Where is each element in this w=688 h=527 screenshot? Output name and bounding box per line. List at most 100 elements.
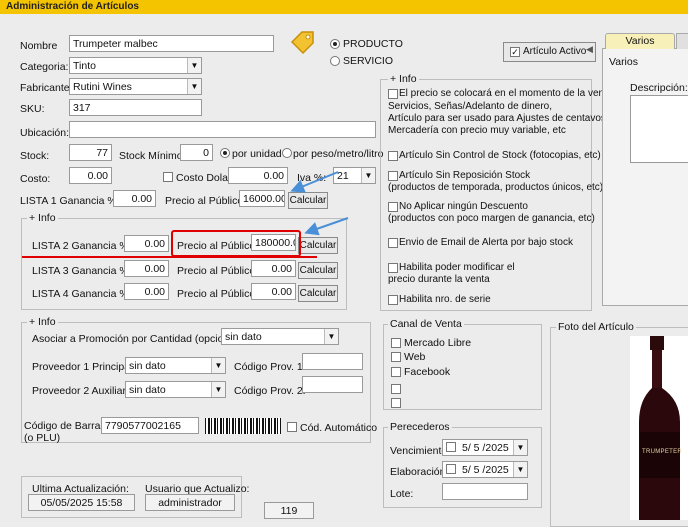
sin-reposicion-checkbox[interactable] (388, 171, 398, 181)
cod-prov1-label: Código Prov. 1: (234, 361, 306, 373)
precio-momento-line3: Artículo para ser usado para Ajustes de … (388, 113, 609, 124)
por-unidad-radio[interactable] (220, 148, 230, 158)
canal-mercadolibre-checkbox[interactable] (391, 338, 401, 348)
vencimiento-checkbox[interactable] (446, 442, 456, 452)
servicio-label: SERVICIO (343, 55, 393, 67)
stock-min-field[interactable]: 0 (180, 144, 213, 161)
elaboracion-label: Elaboración: (390, 466, 449, 478)
lista2-calcular-button[interactable]: Calcular (298, 237, 338, 254)
lista1-precio-field[interactable]: 16000.00 (239, 190, 285, 207)
nro-serie-checkbox[interactable] (388, 295, 398, 305)
articulo-activo-label: Artículo Activo (523, 46, 587, 57)
precio-momento-line2: Servicios, Señas/Adelanto de dinero, (388, 101, 552, 112)
checkbox-checked-icon: ✓ (510, 47, 520, 57)
por-peso-label: por peso/metro/litro (293, 148, 384, 160)
fabricante-select[interactable]: Rutini Wines ▼ (69, 78, 202, 95)
ubicacion-field[interactable] (69, 121, 376, 138)
costo-field[interactable]: 0.00 (69, 167, 112, 184)
info2-group-title: + Info (27, 316, 58, 328)
lista3-precio-field[interactable]: 0.00 (251, 260, 296, 277)
sin-descuento-line2: (productos con poco margen de ganancia, … (388, 213, 595, 224)
listas-group-title: + Info (27, 212, 58, 224)
chevron-down-icon: ▼ (187, 79, 201, 94)
barcode-image (205, 418, 281, 434)
lote-field[interactable] (442, 483, 528, 500)
promo-label: Asociar a Promoción por Cantidad (opcion… (32, 333, 244, 345)
lista4-precio-label: Precio al Público: (177, 288, 259, 300)
lista1-precio-label: Precio al Público: (165, 195, 247, 207)
cod-prov1-field[interactable] (302, 353, 363, 370)
precio-momento-checkbox[interactable] (388, 89, 398, 99)
nro-serie-label: Habilita nro. de serie (399, 294, 491, 305)
lista3-ganancia-field[interactable]: 0.00 (124, 260, 169, 277)
ultima-value: 05/05/2025 15:58 (28, 494, 135, 511)
promo-select[interactable]: sin dato ▼ (221, 328, 339, 345)
lote-label: Lote: (390, 488, 414, 500)
window-title: Administración de Artículos (0, 0, 688, 14)
categoria-select[interactable]: Tinto ▼ (69, 57, 202, 74)
canal-mercadolibre-label: Mercado Libre (404, 337, 472, 349)
prov1-value: sin dato (129, 360, 166, 372)
canal-facebook-checkbox[interactable] (391, 367, 401, 377)
stock-field[interactable]: 77 (69, 144, 112, 161)
descripcion-field[interactable] (630, 95, 688, 163)
varios-heading: Varios (609, 56, 638, 68)
prov1-label: Proveedor 1 Principal: (32, 361, 136, 373)
barcode-field[interactable]: 7790577002165 (101, 417, 199, 434)
lista1-ganancia-field[interactable]: 0.00 (113, 190, 156, 207)
nombre-field[interactable]: Trumpeter malbec (69, 35, 274, 52)
producto-radio[interactable] (330, 39, 340, 49)
elaboracion-date[interactable]: 5/ 5 /2025 ▼ (442, 461, 528, 478)
modificar-precio-checkbox[interactable] (388, 263, 398, 273)
lista1-label: LISTA 1 Ganancia %: (20, 195, 120, 207)
lista4-precio-field[interactable]: 0.00 (251, 283, 296, 300)
categoria-label: Categoria: (20, 61, 69, 73)
articulo-activo-toggle[interactable]: ✓ Artículo Activo (503, 42, 596, 62)
lista4-ganancia-field[interactable]: 0.00 (124, 283, 169, 300)
usuario-value: administrador (145, 494, 235, 511)
fabricante-value: Rutini Wines (73, 81, 132, 93)
sin-reposicion-line1: Artículo Sin Reposición Stock (399, 170, 531, 181)
sku-field[interactable]: 317 (69, 99, 202, 116)
record-id: 119 (264, 502, 314, 519)
tab-varios[interactable]: Varios (605, 33, 675, 49)
lista4-calcular-button[interactable]: Calcular (298, 285, 338, 302)
lista3-calcular-button[interactable]: Calcular (298, 262, 338, 279)
lista2-ganancia-field[interactable]: 0.00 (124, 235, 169, 252)
chevron-down-icon: ▼ (361, 168, 375, 183)
sku-label: SKU: (20, 103, 45, 115)
tab-next[interactable] (676, 33, 688, 49)
canal-web-checkbox[interactable] (391, 352, 401, 362)
producto-label: PRODUCTO (343, 38, 403, 50)
servicio-radio[interactable] (330, 56, 340, 66)
tab-scroll-left-icon[interactable]: ◀ (586, 44, 598, 56)
photo-title: Foto del Artículo (556, 321, 636, 333)
cod-automatico-checkbox[interactable] (287, 422, 297, 432)
chevron-down-icon: ▼ (324, 329, 338, 344)
costo-dolar-field[interactable]: 0.00 (228, 167, 288, 184)
vencimiento-date[interactable]: 5/ 5 /2025 ▼ (442, 439, 528, 456)
sin-descuento-checkbox[interactable] (388, 202, 398, 212)
alerta-email-checkbox[interactable] (388, 238, 398, 248)
canal-facebook-label: Facebook (404, 366, 451, 378)
prov1-select[interactable]: sin dato ▼ (125, 357, 226, 374)
stock-min-label: Stock Mínimo: (119, 150, 186, 162)
vencimiento-value: 5/ 5 /2025 (462, 442, 509, 454)
por-peso-radio[interactable] (282, 148, 292, 158)
costo-dolar-checkbox[interactable] (163, 172, 173, 182)
canal-title: Canal de Venta (388, 318, 464, 330)
chevron-down-icon: ▼ (187, 58, 201, 73)
sin-reposicion-line2: (productos de temporada, productos único… (388, 182, 604, 193)
highlight-underline (22, 256, 317, 258)
lista3-precio-label: Precio al Público: (177, 265, 259, 277)
canal-extra2-checkbox[interactable] (391, 398, 401, 408)
precio-momento-line1: El precio se colocará en el momento de l… (399, 88, 613, 99)
elaboracion-checkbox[interactable] (446, 464, 456, 474)
canal-extra1-checkbox[interactable] (391, 384, 401, 394)
fabricante-label: Fabricante: (20, 82, 73, 94)
prov2-select[interactable]: sin dato ▼ (125, 381, 226, 398)
product-photo: TRUMPETER (630, 336, 688, 520)
sin-control-stock-checkbox[interactable] (388, 151, 398, 161)
sin-control-stock-label: Artículo Sin Control de Stock (fotocopia… (399, 150, 601, 161)
cod-prov2-field[interactable] (302, 376, 363, 393)
